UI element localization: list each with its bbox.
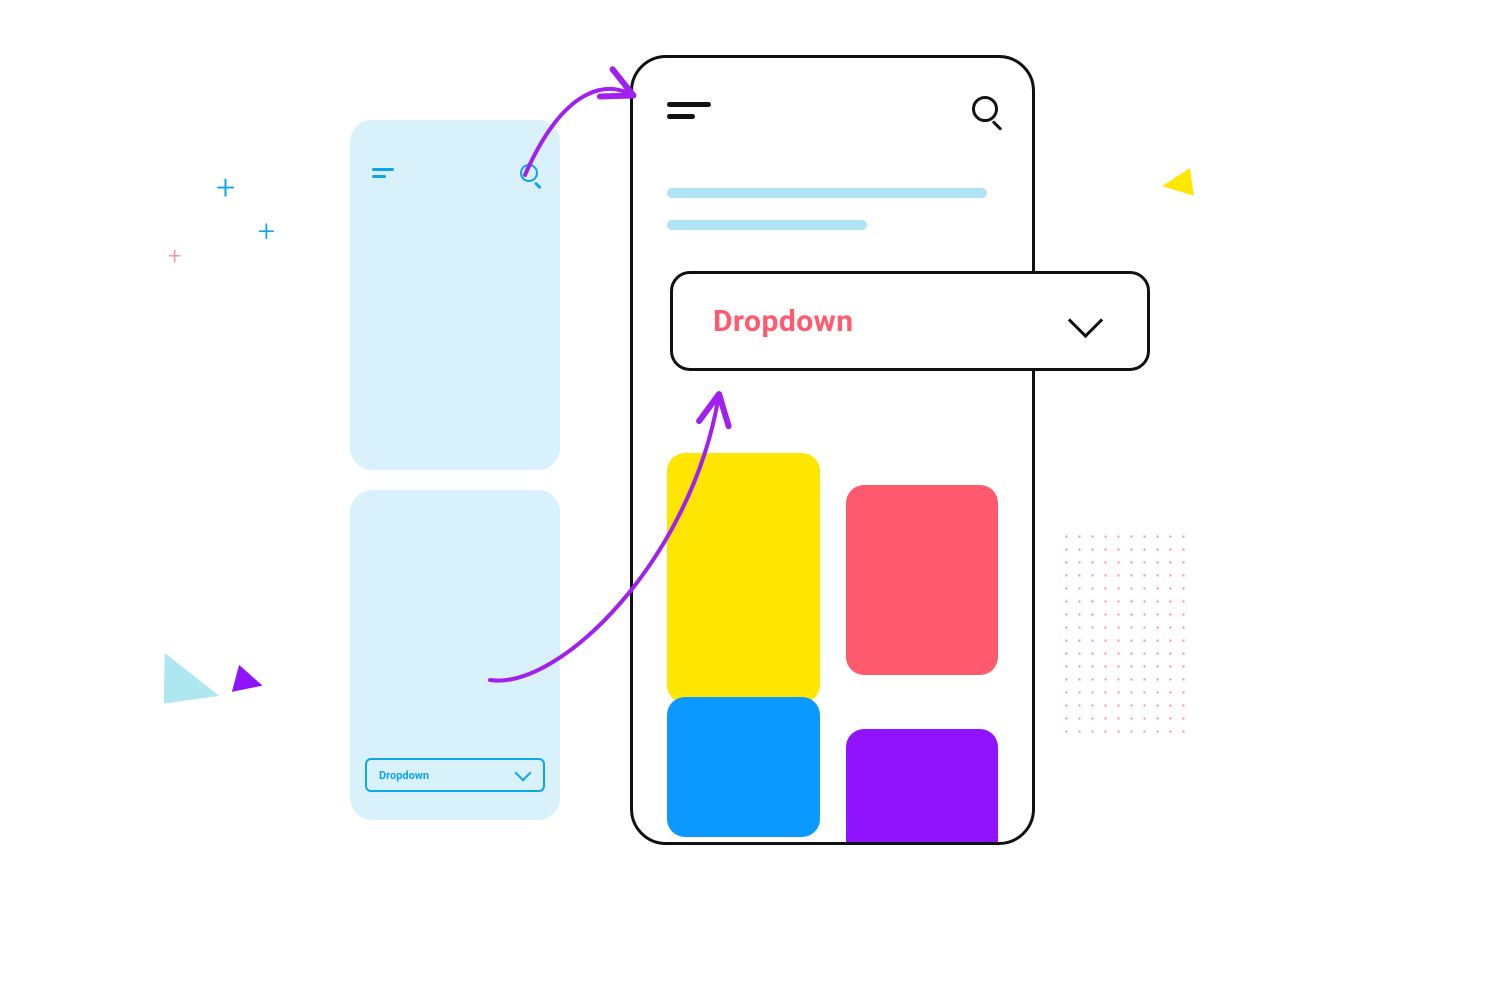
plus-icon: + — [216, 168, 235, 208]
plus-icon: + — [258, 214, 275, 249]
search-icon — [520, 164, 538, 182]
chevron-down-icon — [517, 771, 531, 779]
wireframe-small: Dropdown — [350, 120, 560, 820]
tile-red[interactable] — [846, 485, 999, 675]
menu-icon — [372, 168, 394, 180]
search-icon[interactable] — [972, 96, 998, 122]
triangle-icon — [157, 646, 219, 703]
menu-icon[interactable] — [667, 102, 711, 124]
placeholder-line — [667, 188, 987, 198]
wireframe-top-panel — [350, 120, 560, 470]
wireframe-bottom-panel: Dropdown — [350, 490, 560, 820]
dropdown-select[interactable]: Dropdown — [670, 271, 1150, 371]
triangle-icon — [1160, 168, 1194, 200]
dot-grid — [1060, 530, 1190, 740]
phone-frame — [630, 55, 1035, 845]
dropdown-select[interactable]: Dropdown — [365, 758, 545, 792]
dropdown-label: Dropdown — [713, 304, 854, 339]
dropdown-label: Dropdown — [379, 769, 429, 782]
tile-yellow[interactable] — [667, 453, 820, 703]
chevron-down-icon — [1067, 310, 1107, 332]
tile-purple[interactable] — [846, 729, 999, 845]
tile-blue[interactable] — [667, 697, 820, 837]
triangle-icon — [232, 665, 266, 699]
placeholder-line — [667, 220, 867, 230]
content-tiles — [667, 453, 998, 845]
text-placeholder — [633, 138, 1032, 230]
plus-icon: + — [168, 242, 182, 270]
phone-header — [633, 58, 1032, 138]
